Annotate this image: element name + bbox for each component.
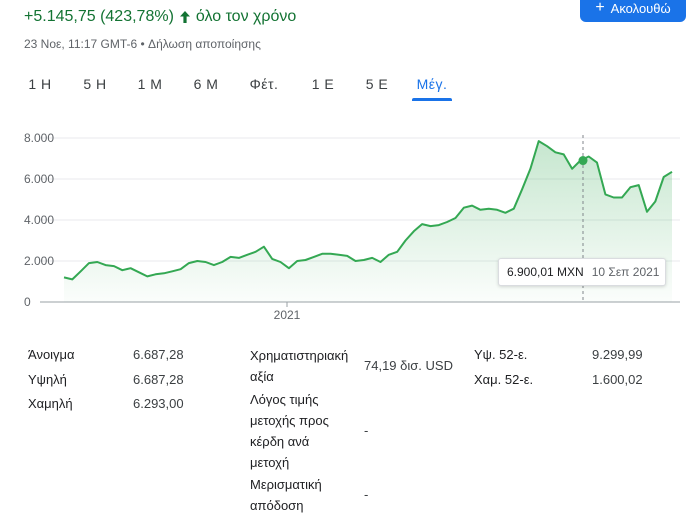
stat-52w-high-label: Υψ. 52-ε.: [474, 347, 528, 362]
y-tick-label: 0: [24, 295, 31, 309]
hover-point-dot: [578, 156, 588, 166]
tab-1-year[interactable]: 1 Ε: [303, 70, 343, 98]
price-chart[interactable]: 8.000 6.000 4.000 2.000 0 2021: [0, 110, 693, 330]
tooltip-price: 6.900,01 MXN: [507, 265, 584, 279]
stat-open-label: Άνοιγμα: [28, 347, 75, 362]
arrow-up-icon: [179, 11, 190, 23]
stat-high-label: Υψηλή: [28, 372, 67, 387]
tooltip-date: 10 Σεπ 2021: [591, 265, 660, 279]
y-tick-label: 2.000: [24, 254, 54, 268]
stat-pe-label-line3: κέρδη ανά: [250, 434, 310, 449]
price-change-period: όλο τον χρόνο: [195, 8, 297, 25]
stat-52w-low-label: Χαμ. 52-ε.: [474, 372, 534, 387]
x-tick-label: 2021: [274, 308, 301, 322]
stat-dividend-value: -: [364, 487, 369, 502]
stat-52w-low-value: 1.600,02: [592, 372, 643, 387]
tab-5-days[interactable]: 5 Η: [75, 70, 115, 98]
plus-icon: +: [595, 0, 605, 16]
stat-52w-high-value: 9.299,99: [592, 347, 643, 362]
hover-tooltip: 6.900,01 MXN 10 Σεπ 2021: [498, 258, 666, 286]
y-tick-label: 4.000: [24, 213, 54, 227]
tab-1-day[interactable]: 1 Η: [20, 70, 60, 98]
y-tick-label: 6.000: [24, 172, 54, 186]
stat-open-value: 6.687,28: [133, 347, 184, 362]
tab-ytd[interactable]: Φέτ.: [240, 70, 288, 98]
stat-pe-label-line2: μετοχής προς: [250, 413, 329, 428]
stat-dividend-label-line1: Μερισματική: [250, 477, 322, 492]
stat-market-cap-label-line2: αξία: [250, 369, 274, 384]
stat-low-value: 6.293,00: [133, 396, 184, 411]
stat-low-label: Χαμηλή: [28, 396, 73, 411]
follow-button[interactable]: + Ακολουθώ: [580, 0, 686, 22]
price-change-value: +5.145,75 (423,78%): [24, 8, 174, 25]
tab-6-months[interactable]: 6 Μ: [186, 70, 226, 98]
tab-1-month[interactable]: 1 Μ: [130, 70, 170, 98]
stat-market-cap-value: 74,19 δισ. USD: [364, 358, 453, 373]
stat-high-value: 6.687,28: [133, 372, 184, 387]
tab-max[interactable]: Μέγ.: [412, 70, 452, 101]
y-tick-label: 8.000: [24, 131, 54, 145]
stat-pe-value: -: [364, 423, 369, 438]
stat-pe-label-line4: μετοχή: [250, 455, 290, 470]
price-change: +5.145,75 (423,78%) όλο τον χρόνο: [24, 8, 296, 26]
stat-pe-label-line1: Λόγος τιμής: [250, 392, 319, 407]
stat-market-cap-label-line1: Χρηματιστηριακή: [250, 348, 349, 363]
stat-dividend-label-line2: απόδοση: [250, 498, 304, 513]
tab-5-years[interactable]: 5 Ε: [357, 70, 397, 98]
timestamp-disclaimer[interactable]: 23 Νοε, 11:17 GMT-6 • Δήλωση αποποίησης: [24, 37, 261, 51]
follow-button-label: Ακολουθώ: [610, 0, 671, 16]
